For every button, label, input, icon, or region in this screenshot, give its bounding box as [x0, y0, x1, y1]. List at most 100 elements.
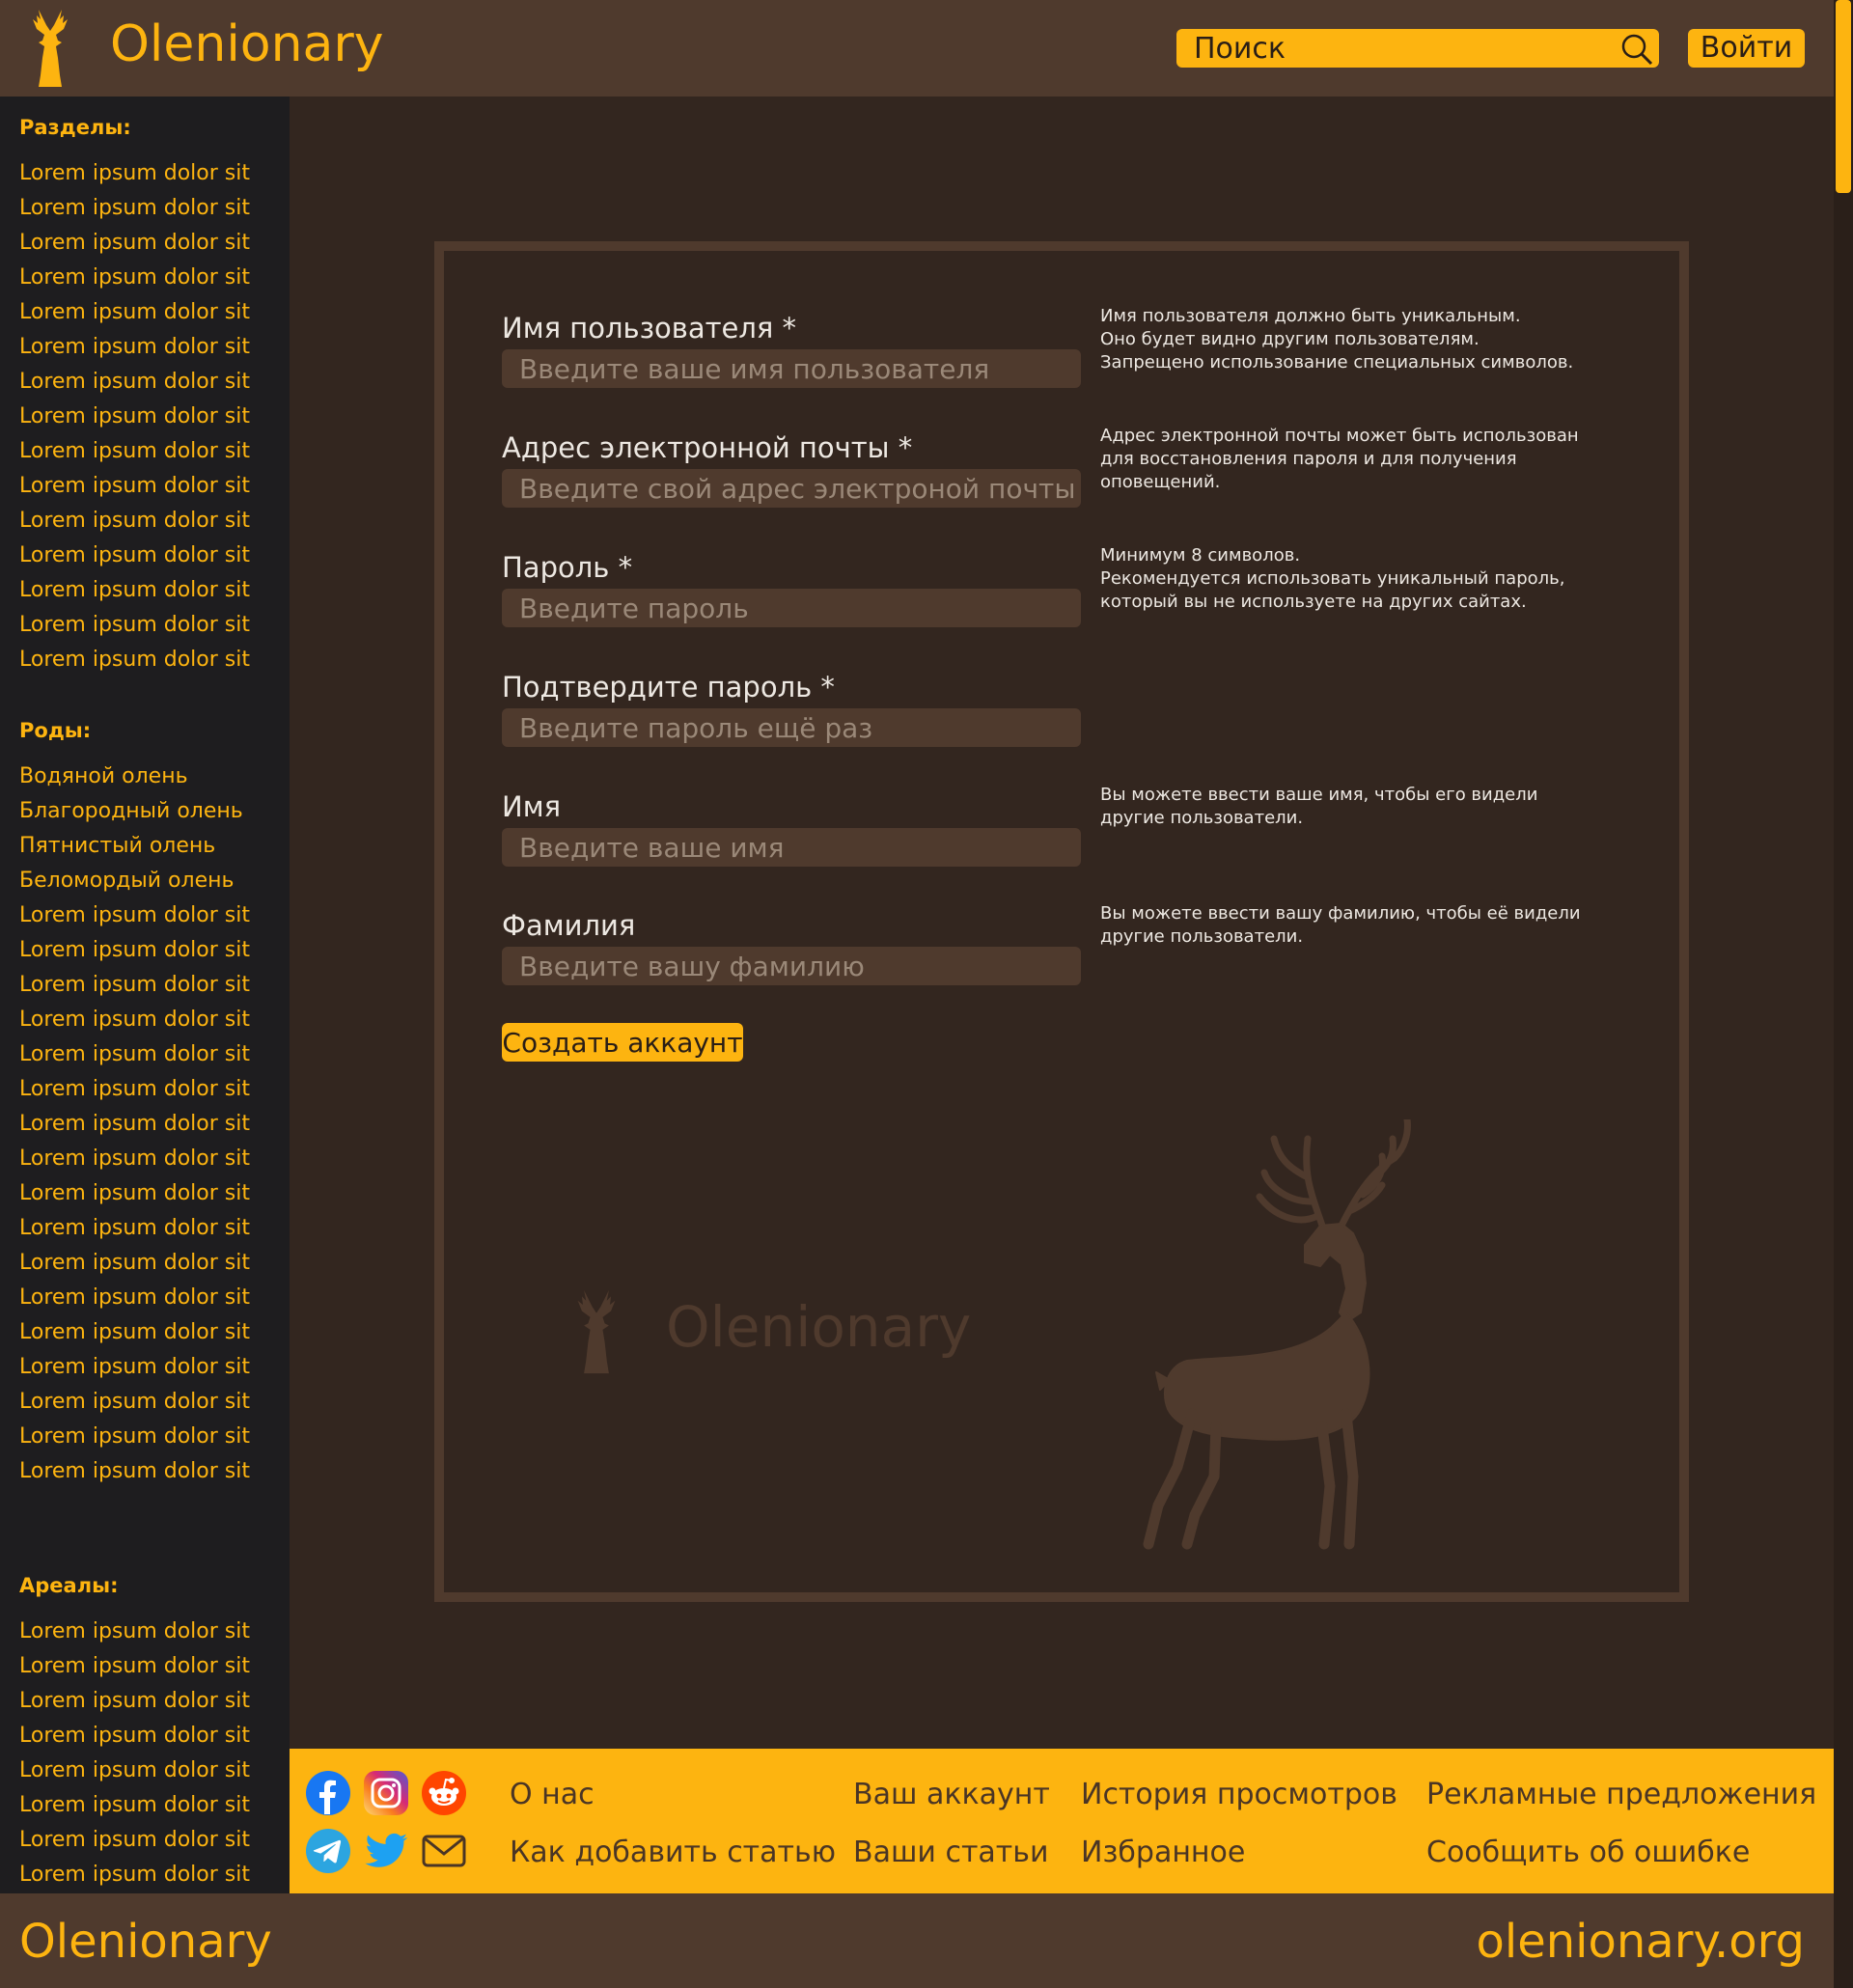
sidebar-item-sections[interactable]: Lorem ipsum dolor sit — [19, 608, 250, 643]
search-box — [1176, 29, 1659, 68]
footer-link-how-to-add[interactable]: Как добавить статью — [510, 1836, 836, 1870]
sidebar-item-ranges[interactable]: Lorem ipsum dolor sit — [19, 1753, 250, 1788]
deer-logo-icon[interactable] — [25, 8, 75, 89]
password-input[interactable] — [502, 589, 1081, 627]
sidebar-item-genera[interactable]: Lorem ipsum dolor sit — [19, 1107, 250, 1142]
confirm-password-label: Подтвердите пароль * — [502, 671, 835, 704]
registration-form: Имя пользователя * Имя пользователя долж… — [434, 241, 1689, 1602]
sidebar-heading-ranges: Ареалы: — [19, 1574, 119, 1597]
footer: О нас Как добавить статью Ваш аккаунт Ва… — [290, 1749, 1834, 1893]
sidebar-item-genera[interactable]: Lorem ipsum dolor sit — [19, 1350, 250, 1385]
site-title[interactable]: Olenionary — [110, 15, 384, 73]
username-label: Имя пользователя * — [502, 312, 797, 345]
sidebar-item-genera[interactable]: Lorem ipsum dolor sit — [19, 1072, 250, 1107]
mail-icon[interactable] — [421, 1828, 467, 1874]
sidebar-item-genera[interactable]: Lorem ipsum dolor sit — [19, 1420, 250, 1454]
sidebar-item-sections[interactable]: Lorem ipsum dolor sit — [19, 434, 250, 469]
sidebar-item-sections[interactable]: Lorem ipsum dolor sit — [19, 400, 250, 434]
telegram-icon[interactable] — [305, 1828, 351, 1874]
sidebar-item-sections[interactable]: Lorem ipsum dolor sit — [19, 365, 250, 400]
sidebar-item-sections[interactable]: Lorem ipsum dolor sit — [19, 191, 250, 226]
sidebar-item-genera[interactable]: Lorem ipsum dolor sit — [19, 933, 250, 968]
sidebar-item-sections[interactable]: Lorem ipsum dolor sit — [19, 226, 250, 261]
search-input[interactable] — [1176, 29, 1601, 68]
footer-link-ads[interactable]: Рекламные предложения — [1426, 1778, 1816, 1812]
sidebar-item-sections[interactable]: Lorem ipsum dolor sit — [19, 261, 250, 295]
footer-link-about[interactable]: О нас — [510, 1778, 595, 1812]
first-name-label: Имя — [502, 790, 562, 823]
search-icon[interactable] — [1620, 33, 1653, 66]
email-hint: Адрес электронной почты может быть испол… — [1100, 426, 1579, 492]
sidebar-item-sections[interactable]: Lorem ipsum dolor sit — [19, 295, 250, 330]
sidebar-item-genera[interactable]: Lorem ipsum dolor sit — [19, 1176, 250, 1211]
bottom-bar: Olenionary olenionary.org — [0, 1893, 1834, 1988]
email-input[interactable] — [502, 469, 1081, 508]
sidebar-item-ranges[interactable]: Lorem ipsum dolor sit — [19, 1649, 250, 1684]
sidebar-item-genera[interactable]: Lorem ipsum dolor sit — [19, 898, 250, 933]
confirm-password-input[interactable] — [502, 708, 1081, 747]
sidebar-item-genera[interactable]: Lorem ipsum dolor sit — [19, 1037, 250, 1072]
footer-link-favorites[interactable]: Избранное — [1081, 1836, 1245, 1870]
sidebar-item-sections[interactable]: Lorem ipsum dolor sit — [19, 469, 250, 504]
sidebar-ranges: Ареалы: Lorem ipsum dolor sit Lorem ipsum… — [19, 1568, 250, 1892]
footer-brand[interactable]: Olenionary — [19, 1913, 272, 1971]
sidebar-item-ranges[interactable]: Lorem ipsum dolor sit — [19, 1684, 250, 1719]
sidebar-item-sections[interactable]: Lorem ipsum dolor sit — [19, 538, 250, 573]
sidebar-item-sections[interactable]: Lorem ipsum dolor sit — [19, 156, 250, 191]
sidebar-item-genera[interactable]: Lorem ipsum dolor sit — [19, 1003, 250, 1037]
sidebar-item-sections[interactable]: Lorem ipsum dolor sit — [19, 573, 250, 608]
sidebar-item-genera[interactable]: Lorem ipsum dolor sit — [19, 1142, 250, 1176]
deer-silhouette-icon — [1143, 1119, 1411, 1550]
sidebar-item-genera[interactable]: Благородный олень — [19, 794, 250, 829]
sidebar-sections: Разделы: Lorem ipsum dolor sit Lorem ipsu… — [19, 110, 250, 677]
facebook-icon[interactable] — [305, 1770, 351, 1816]
sidebar-item-sections[interactable]: Lorem ipsum dolor sit — [19, 504, 250, 538]
sidebar-item-genera[interactable]: Lorem ipsum dolor sit — [19, 1211, 250, 1246]
first-name-input[interactable] — [502, 828, 1081, 867]
footer-link-your-articles[interactable]: Ваши статьи — [853, 1836, 1048, 1870]
scrollbar-track[interactable] — [1834, 0, 1853, 1988]
twitter-icon[interactable] — [363, 1828, 409, 1874]
footer-link-history[interactable]: История просмотров — [1081, 1778, 1397, 1812]
sidebar-item-sections[interactable]: Lorem ipsum dolor sit — [19, 643, 250, 677]
sidebar-item-genera[interactable]: Беломордый олень — [19, 864, 250, 898]
sidebar-heading-sections: Разделы: — [19, 116, 131, 139]
watermark-text: Olenionary — [666, 1294, 972, 1360]
last-name-input[interactable] — [502, 947, 1081, 985]
footer-domain[interactable]: olenionary.org — [1477, 1913, 1805, 1971]
sidebar-item-genera[interactable]: Lorem ipsum dolor sit — [19, 968, 250, 1003]
last-name-hint: Вы можете ввести вашу фамилию, чтобы её … — [1100, 903, 1581, 947]
instagram-icon[interactable] — [363, 1770, 409, 1816]
sidebar-item-ranges[interactable]: Lorem ipsum dolor sit — [19, 1858, 250, 1892]
email-label: Адрес электронной почты * — [502, 431, 913, 464]
first-name-hint: Вы можете ввести ваше имя, чтобы его вид… — [1100, 785, 1538, 828]
last-name-label: Фамилия — [502, 909, 636, 942]
sidebar: Разделы: Lorem ipsum dolor sit Lorem ipsu… — [0, 97, 290, 1893]
sidebar-item-genera[interactable]: Lorem ipsum dolor sit — [19, 1246, 250, 1281]
header: Olenionary Войти — [0, 0, 1834, 97]
scrollbar-thumb[interactable] — [1836, 0, 1851, 193]
sidebar-item-genera[interactable]: Водяной олень — [19, 759, 250, 794]
sidebar-item-genera[interactable]: Lorem ipsum dolor sit — [19, 1315, 250, 1350]
sidebar-item-ranges[interactable]: Lorem ipsum dolor sit — [19, 1719, 250, 1753]
sidebar-item-ranges[interactable]: Lorem ipsum dolor sit — [19, 1823, 250, 1858]
sidebar-item-genera[interactable]: Lorem ipsum dolor sit — [19, 1454, 250, 1489]
reddit-icon[interactable] — [421, 1770, 467, 1816]
sidebar-heading-genera: Роды: — [19, 719, 92, 742]
footer-link-your-account[interactable]: Ваш аккаунт — [853, 1778, 1050, 1812]
sidebar-item-genera[interactable]: Пятнистый олень — [19, 829, 250, 864]
password-hint: Минимум 8 символов. Рекомендуется исполь… — [1100, 545, 1565, 612]
sidebar-item-genera[interactable]: Lorem ipsum dolor sit — [19, 1385, 250, 1420]
sidebar-genera: Роды: Водяной олень Благородный олень Пятн… — [19, 713, 250, 1489]
username-input[interactable] — [502, 349, 1081, 388]
username-hint: Имя пользователя должно быть уникальным.… — [1100, 306, 1574, 373]
footer-link-report-error[interactable]: Сообщить об ошибке — [1426, 1836, 1750, 1870]
create-account-button[interactable]: Создать аккаунт — [502, 1023, 743, 1062]
sidebar-item-ranges[interactable]: Lorem ipsum dolor sit — [19, 1788, 250, 1823]
watermark-deer-logo-icon — [577, 1289, 616, 1374]
password-label: Пароль * — [502, 551, 633, 584]
sidebar-item-genera[interactable]: Lorem ipsum dolor sit — [19, 1281, 250, 1315]
sidebar-item-ranges[interactable]: Lorem ipsum dolor sit — [19, 1615, 250, 1649]
sidebar-item-sections[interactable]: Lorem ipsum dolor sit — [19, 330, 250, 365]
login-button[interactable]: Войти — [1688, 29, 1805, 68]
